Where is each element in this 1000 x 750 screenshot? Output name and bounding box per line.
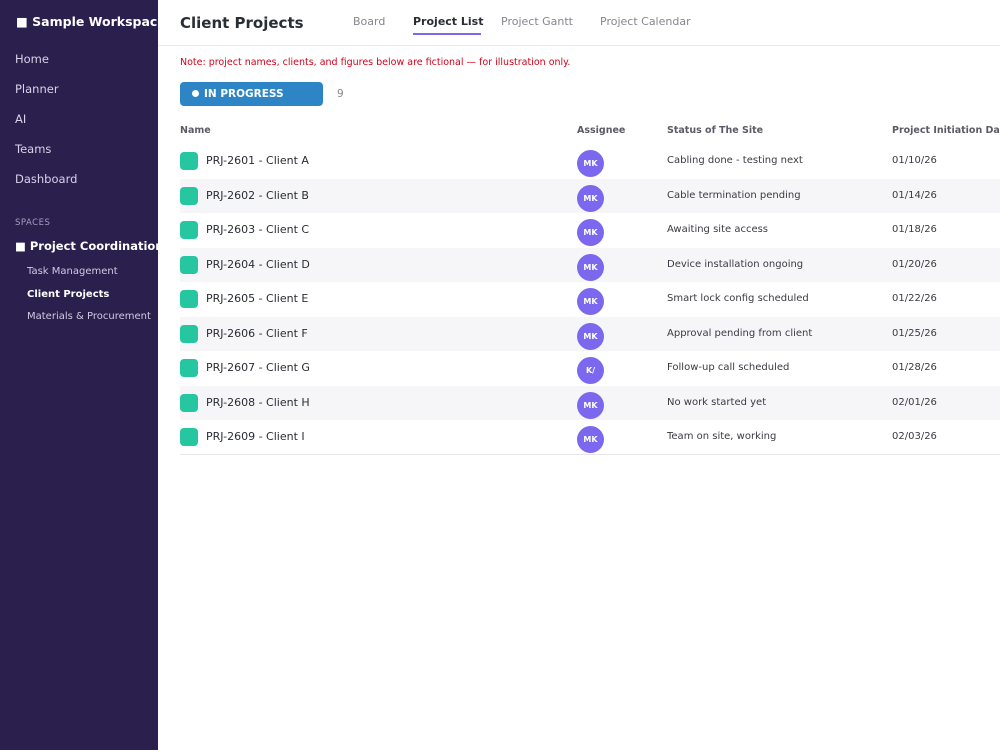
task-name[interactable]: PRJ-2602 - Client B xyxy=(206,189,309,202)
header: Client Projects Board Project List Proje… xyxy=(158,0,1000,46)
task-name[interactable]: PRJ-2605 - Client E xyxy=(206,292,308,305)
task-name[interactable]: PRJ-2608 - Client H xyxy=(206,396,310,409)
spaces-label: SPACES xyxy=(15,218,51,228)
initiation-date: 01/20/26 xyxy=(892,258,937,270)
avatar[interactable]: MK xyxy=(577,391,604,419)
initiation-date: 02/01/26 xyxy=(892,396,937,408)
site-status: Device installation ongoing xyxy=(667,258,804,270)
nav-item-home[interactable]: Home xyxy=(15,52,49,66)
table-row[interactable]: PRJ-2607 - Client G K/ Follow-up call sc… xyxy=(180,351,1000,386)
avatar[interactable]: MK xyxy=(577,426,604,453)
table-row[interactable]: PRJ-2609 - Client I MK Team on site, wor… xyxy=(180,420,1000,455)
task-status-icon[interactable] xyxy=(180,359,198,377)
task-name[interactable]: PRJ-2606 - Client F xyxy=(206,327,308,340)
table-row[interactable]: PRJ-2605 - Client E MK Smart lock config… xyxy=(180,282,1000,317)
site-status: Approval pending from client xyxy=(667,327,813,339)
table-row[interactable]: PRJ-2604 - Client D MK Device installati… xyxy=(180,247,1000,282)
task-status-icon[interactable] xyxy=(180,152,198,170)
avatar[interactable]: MK xyxy=(577,150,604,177)
fictional-data-note: Note: project names, clients, and figure… xyxy=(180,57,571,68)
column-header-site-status[interactable]: Status of The Site xyxy=(667,125,763,136)
initiation-date: 01/14/26 xyxy=(892,189,937,201)
task-name[interactable]: PRJ-2604 - Client D xyxy=(206,258,310,271)
initiation-date: 01/10/26 xyxy=(892,155,937,166)
task-name[interactable]: PRJ-2609 - Client I xyxy=(206,430,305,443)
page-title: Client Projects xyxy=(180,14,304,32)
initiation-date: 01/18/26 xyxy=(892,224,937,235)
tab-project-list[interactable]: Project List xyxy=(413,15,483,28)
table-row[interactable]: PRJ-2602 - Client B MK Cable termination… xyxy=(180,178,1000,213)
task-count: 9 xyxy=(337,88,344,100)
nav-item-ai[interactable]: AI xyxy=(15,112,26,126)
sidebar-item-materials-procurement[interactable]: Materials & Procurement xyxy=(27,311,151,322)
site-status: Follow-up call scheduled xyxy=(667,362,790,373)
tab-project-gantt[interactable]: Project Gantt xyxy=(501,15,573,28)
avatar[interactable]: MK xyxy=(577,322,604,350)
initiation-date: 01/22/26 xyxy=(892,293,937,304)
site-status: Smart lock config scheduled xyxy=(667,293,809,304)
task-name[interactable]: PRJ-2603 - Client C xyxy=(206,223,309,236)
avatar[interactable]: MK xyxy=(577,184,604,212)
nav-item-dashboard[interactable]: Dashboard xyxy=(15,172,77,186)
nav-item-planner[interactable]: Planner xyxy=(15,82,59,96)
space-project-coordination[interactable]: ■ Project Coordination xyxy=(15,239,164,253)
table-row[interactable]: PRJ-2603 - Client C MK Awaiting site acc… xyxy=(180,213,1000,248)
status-group-badge[interactable]: IN PROGRESS xyxy=(180,82,323,106)
workspace-name[interactable]: ■ Sample Workspace xyxy=(16,14,166,29)
task-status-icon[interactable] xyxy=(180,428,198,446)
initiation-date: 01/25/26 xyxy=(892,327,937,339)
column-header-name[interactable]: Name xyxy=(180,125,211,136)
task-status-icon[interactable] xyxy=(180,324,198,343)
status-group-label: IN PROGRESS xyxy=(204,88,284,100)
initiation-date: 01/28/26 xyxy=(892,362,937,373)
table-row[interactable]: PRJ-2606 - Client F MK Approval pending … xyxy=(180,316,1000,351)
nav-item-teams[interactable]: Teams xyxy=(15,142,51,156)
site-status: Awaiting site access xyxy=(667,224,769,235)
task-status-icon[interactable] xyxy=(180,255,198,274)
task-status-icon[interactable] xyxy=(180,290,198,308)
task-name[interactable]: PRJ-2607 - Client G xyxy=(206,361,310,374)
sidebar-item-client-projects[interactable]: Client Projects xyxy=(27,289,109,300)
avatar[interactable]: MK xyxy=(577,219,604,246)
site-status: No work started yet xyxy=(667,396,767,408)
sidebar: ■ Sample Workspace Home Planner AI Teams… xyxy=(0,0,166,750)
status-dot-icon xyxy=(192,90,199,97)
task-status-icon[interactable] xyxy=(180,393,198,412)
site-status: Cable termination pending xyxy=(667,189,801,201)
initiation-date: 02/03/26 xyxy=(892,431,937,442)
site-status: Cabling done - testing next xyxy=(667,155,803,166)
task-list: PRJ-2601 - Client A MK Cabling done - te… xyxy=(180,144,1000,455)
avatar[interactable]: MK xyxy=(577,253,604,281)
sidebar-item-task-management[interactable]: Task Management xyxy=(27,266,118,277)
avatar[interactable]: MK xyxy=(577,288,604,315)
column-header-initiation-date[interactable]: Project Initiation Da xyxy=(892,125,1000,136)
active-tab-indicator xyxy=(413,33,481,35)
column-header-assignee[interactable]: Assignee xyxy=(577,125,625,136)
site-status: Team on site, working xyxy=(667,431,777,442)
task-name[interactable]: PRJ-2601 - Client A xyxy=(206,154,309,167)
task-status-icon[interactable] xyxy=(180,186,198,205)
avatar[interactable]: K/ xyxy=(577,357,604,384)
table-row[interactable]: PRJ-2608 - Client H MK No work started y… xyxy=(180,385,1000,420)
tab-board[interactable]: Board xyxy=(353,15,385,28)
table-row[interactable]: PRJ-2601 - Client A MK Cabling done - te… xyxy=(180,144,1000,179)
tab-project-calendar[interactable]: Project Calendar xyxy=(600,15,691,28)
task-status-icon[interactable] xyxy=(180,221,198,239)
